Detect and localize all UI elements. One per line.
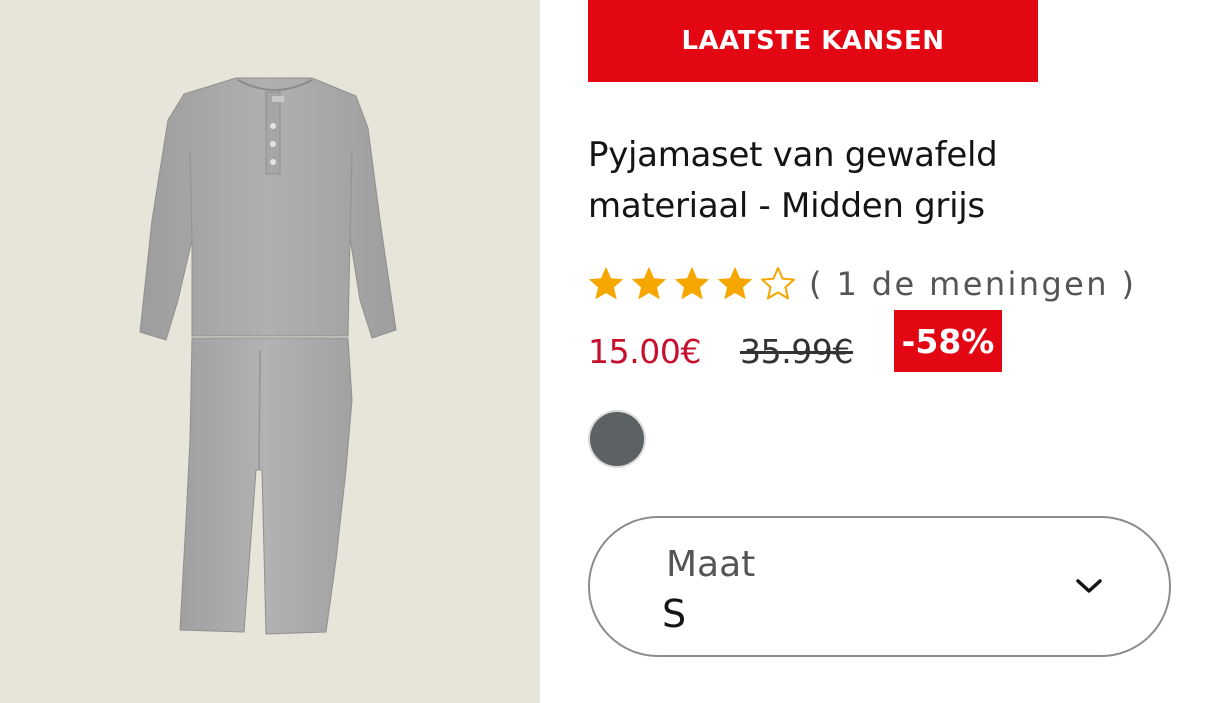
- chevron-down-icon: [1074, 576, 1104, 596]
- rating-row: ( 1 de meningen ): [588, 262, 1136, 306]
- star-filled-icon: [674, 266, 710, 302]
- promo-banner: LAATSTE KANSEN: [588, 0, 1038, 82]
- product-page: LAATSTE KANSEN Pyjamaset van gewafeld ma…: [0, 0, 1220, 703]
- current-price: 15.00€: [588, 332, 702, 371]
- star-filled-icon: [717, 266, 753, 302]
- product-image[interactable]: [0, 0, 540, 703]
- size-select[interactable]: Maat S: [588, 516, 1171, 657]
- old-price: 35.99€: [740, 332, 854, 371]
- size-select-label: Maat: [666, 544, 756, 585]
- color-swatch-grey[interactable]: [590, 412, 644, 466]
- reviews-link[interactable]: ( 1 de meningen ): [809, 265, 1136, 303]
- star-filled-icon: [631, 266, 667, 302]
- product-title: Pyjamaset van gewafeld materiaal - Midde…: [588, 130, 1148, 232]
- star-empty-icon: [760, 266, 796, 302]
- product-info: LAATSTE KANSEN Pyjamaset van gewafeld ma…: [588, 0, 1188, 703]
- product-title-line-2: materiaal - Midden grijs: [588, 186, 985, 226]
- size-select-value: S: [662, 592, 687, 636]
- star-filled-icon: [588, 266, 624, 302]
- pyjama-illustration: [139, 77, 397, 635]
- rating-stars: [588, 266, 803, 302]
- product-title-line-1: Pyjamaset van gewafeld: [588, 135, 998, 175]
- discount-badge: -58%: [894, 310, 1002, 372]
- price-row: 15.00€ 35.99€ -58%: [588, 306, 1188, 386]
